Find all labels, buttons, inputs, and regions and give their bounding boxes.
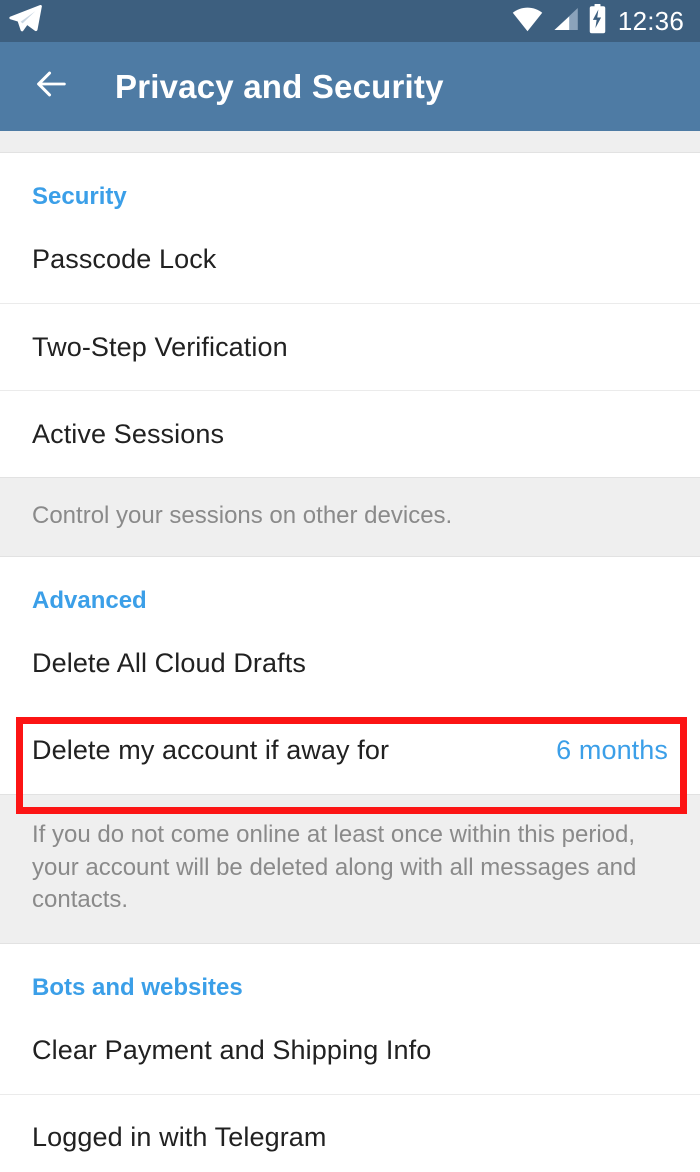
settings-list: Security Passcode Lock Two-Step Verifica… <box>0 131 700 1172</box>
row-label: Logged in with Telegram <box>32 1122 327 1153</box>
row-value-away-period[interactable]: 6 months <box>556 735 668 766</box>
status-bar-right: 12:36 <box>512 3 684 39</box>
back-button[interactable] <box>28 64 74 110</box>
row-label: Delete All Cloud Drafts <box>32 648 306 679</box>
row-two-step-verification[interactable]: Two-Step Verification <box>0 303 700 390</box>
row-label: Active Sessions <box>32 418 225 449</box>
status-bar-left <box>8 2 42 41</box>
row-passcode-lock[interactable]: Passcode Lock <box>0 216 700 303</box>
page-title: Privacy and Security <box>115 67 444 105</box>
status-bar-clock: 12:36 <box>617 5 684 36</box>
top-spacer <box>0 131 700 153</box>
cellular-signal-icon <box>552 6 579 37</box>
back-arrow-icon <box>31 64 71 109</box>
row-logged-in-with-telegram[interactable]: Logged in with Telegram <box>0 1093 700 1172</box>
row-label: Two-Step Verification <box>32 331 288 362</box>
app-bar: Privacy and Security <box>0 42 700 131</box>
battery-charging-icon <box>588 3 607 39</box>
footer-note-security: Control your sessions on other devices. <box>0 477 700 558</box>
section-header-bots-and-websites: Bots and websites <box>32 973 243 1001</box>
wifi-icon <box>512 6 543 37</box>
row-active-sessions[interactable]: Active Sessions <box>0 390 700 477</box>
row-delete-all-cloud-drafts[interactable]: Delete All Cloud Drafts <box>0 620 700 708</box>
row-label: Delete my account if away for <box>32 735 390 766</box>
row-label: Clear Payment and Shipping Info <box>32 1034 432 1065</box>
row-label: Passcode Lock <box>32 244 217 274</box>
section-bots-and-websites: Bots and websites Clear Payment and Ship… <box>0 943 700 1172</box>
telegram-paper-plane-icon <box>8 2 42 41</box>
section-advanced: Advanced Delete All Cloud Drafts Delete … <box>0 557 700 944</box>
highlighted-region: Delete my account if away for 6 months <box>0 707 700 815</box>
row-clear-payment-and-shipping-info[interactable]: Clear Payment and Shipping Info <box>0 1006 700 1094</box>
footer-note-advanced: If you do not come online at least once … <box>0 794 700 944</box>
section-security: Security Passcode Lock Two-Step Verifica… <box>0 153 700 558</box>
section-header-security: Security <box>32 183 127 210</box>
row-delete-my-account-if-away-for[interactable]: Delete my account if away for 6 months <box>0 707 700 795</box>
status-bar: 12:36 <box>0 0 700 42</box>
section-header-advanced: Advanced <box>32 587 147 615</box>
